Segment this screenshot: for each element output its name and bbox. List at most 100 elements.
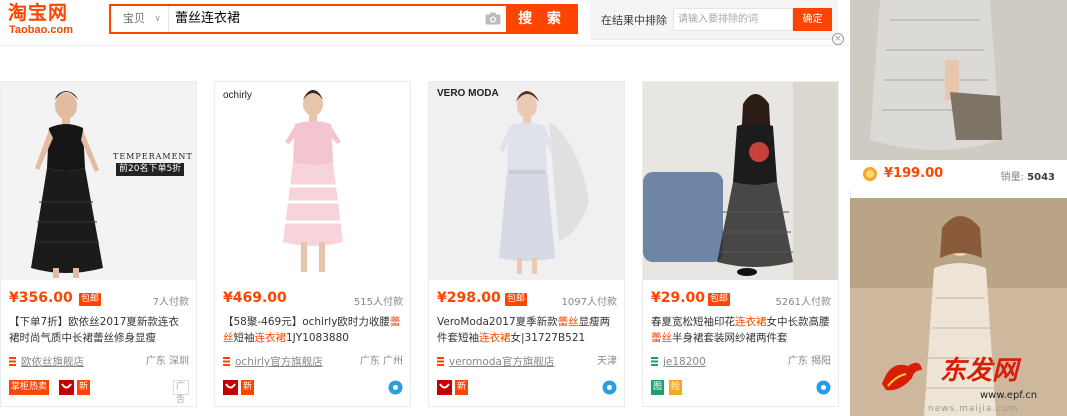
search-scope-label: 宝贝 (123, 12, 145, 25)
watermark: 东发网 www.epf.cn news.maijia.com (880, 350, 1060, 414)
exclude-input[interactable]: 请输入要排除的词 (673, 8, 793, 31)
product-card[interactable]: ¥29.00 包邮 5261人付款 春夏宽松短袖印花连衣裙女中长款高腰蕾丝半身裙… (642, 81, 839, 407)
sales-count: 1097人付款 (561, 297, 617, 308)
badge-row: 图 险 (651, 380, 831, 396)
new-badge[interactable]: 新 (77, 380, 91, 395)
header-divider (0, 45, 850, 46)
ad-card[interactable]: ¥199.00 销量: 5043 (850, 0, 1067, 190)
search-bar: 宝贝 ∨ 蕾丝连衣裙 搜 索 (109, 4, 578, 34)
exclude-label: 在结果中排除 (601, 14, 667, 27)
title-part: 女中长款高腰 (766, 316, 830, 328)
taobao-logo[interactable]: 淘宝网 Taobao.com (8, 3, 98, 39)
ad-sales: 销量: 5043 (1001, 168, 1055, 183)
location: 广东 揭阳 (787, 356, 831, 367)
product-image[interactable] (643, 82, 838, 280)
title-highlight: 蕾丝 (557, 316, 579, 328)
watermark-bull-icon (882, 362, 922, 391)
header: 淘宝网 Taobao.com 宝贝 ∨ 蕾丝连衣裙 搜 索 在结果中排除 请输入… (0, 0, 850, 45)
shop-row: veromoda官方旗舰店 天津 (437, 354, 617, 370)
watermark-url: www.epf.cn (980, 390, 1038, 401)
new-badge[interactable]: 新 (241, 380, 255, 395)
product-title[interactable]: 【58聚-469元】ochirly欧时力收腰蕾丝短袖连衣裙1JY1083880 (223, 314, 403, 346)
wangwang-chat-icon[interactable] (388, 380, 403, 395)
shop-icon (223, 357, 230, 366)
chevron-down-icon: ∨ (154, 14, 161, 24)
watermark-sub: news.maijia.com (928, 404, 1019, 414)
shop-row: je18200 广东 揭阳 (651, 354, 831, 370)
product-card[interactable]: VERO MODA ¥298.00 包邮 1097人付款 VeroModa201… (428, 81, 625, 407)
title-part: 春夏宽松短袖印花 (651, 316, 735, 328)
title-part: VeroModa2017夏季新款 (437, 316, 558, 328)
ad-image[interactable] (850, 0, 1067, 160)
title-highlight: 连衣裙 (254, 332, 287, 344)
price: ¥298.00 (437, 290, 501, 306)
shop-link[interactable]: ochirly官方旗舰店 (235, 354, 323, 370)
product-title[interactable]: VeroModa2017夏季新款蕾丝显瘦两件套短袖连衣裙女|31727B521 (437, 314, 617, 346)
tmall-icon[interactable] (223, 380, 238, 395)
sales-count: 515人付款 (353, 297, 403, 308)
search-input[interactable]: 蕾丝连衣裙 (175, 6, 475, 32)
image-brand: ochirly (223, 90, 252, 101)
badge-row: 新 (437, 380, 617, 396)
logo-en-text: Taobao.com (9, 24, 73, 36)
shop-icon (437, 357, 444, 366)
hot-seller-badge[interactable]: 掌柜热卖 (9, 380, 50, 395)
picture-badge[interactable]: 图 (651, 380, 665, 395)
new-badge[interactable]: 新 (455, 380, 469, 395)
product-title[interactable]: 春夏宽松短袖印花连衣裙女中长款高腰蕾丝半身裙套装网纱裙两件套 (651, 314, 831, 346)
shop-row: 欧依丝旗舰店 广东 深圳 (9, 354, 189, 370)
title-highlight: 连衣裙 (479, 332, 511, 344)
exclude-confirm-button[interactable]: 确定 (793, 8, 832, 31)
wangwang-chat-icon[interactable] (602, 380, 617, 395)
shop-link[interactable]: veromoda官方旗舰店 (449, 354, 554, 370)
price-row: ¥298.00 包邮 1097人付款 (437, 290, 617, 310)
title-part: 半身裙套装网纱裙两件套 (672, 332, 788, 344)
taobao-search-page: 淘宝网 Taobao.com 宝贝 ∨ 蕾丝连衣裙 搜 索 在结果中排除 请输入… (0, 0, 1067, 416)
title-highlight: 蕾丝 (651, 332, 672, 344)
free-shipping-badge: 包邮 (505, 293, 528, 306)
sales-count: 7人付款 (152, 297, 189, 308)
close-icon[interactable]: × (832, 33, 844, 45)
shop-link[interactable]: je18200 (663, 354, 706, 370)
product-title[interactable]: 【下单7折】欧依丝2017夏新款连衣裙时尚气质中长裙蕾丝修身显瘦 (9, 314, 189, 346)
watermark-title: 东发网 (940, 356, 1019, 386)
gold-medal-icon (863, 167, 877, 181)
shop-link[interactable]: 欧依丝旗舰店 (21, 354, 84, 370)
free-shipping-badge: 包邮 (708, 293, 731, 306)
shop-icon (9, 357, 16, 366)
price-row: ¥29.00 包邮 5261人付款 (651, 290, 831, 310)
wangwang-chat-icon[interactable] (816, 380, 831, 395)
product-image[interactable]: VERO MODA (429, 82, 624, 280)
price-row: ¥469.00 515人付款 (223, 290, 403, 310)
exclude-panel: 在结果中排除 请输入要排除的词 确定 (590, 0, 838, 40)
title-part: 女|31727B521 (510, 332, 586, 344)
product-card[interactable]: ochirly ¥469.00 515人付款 【58聚-469元】ochirly… (214, 81, 411, 407)
product-image[interactable]: ochirly (215, 82, 410, 280)
image-caption-en: TEMPERAMENT (113, 152, 193, 161)
price: ¥356.00 (9, 290, 73, 306)
price: ¥29.00 (651, 290, 706, 306)
search-scope-select[interactable]: 宝贝 ∨ (111, 6, 169, 32)
title-part: 短袖 (233, 332, 255, 344)
price: ¥469.00 (223, 290, 287, 306)
camera-icon[interactable] (485, 12, 501, 25)
location: 天津 (597, 356, 617, 367)
price-row: ¥356.00 包邮 7人付款 (9, 290, 189, 310)
image-brand: VERO MODA (437, 88, 499, 99)
shop-icon (651, 357, 658, 366)
search-button[interactable]: 搜 索 (506, 4, 578, 34)
sales-count: 5261人付款 (775, 297, 831, 308)
tmall-icon[interactable] (437, 380, 452, 395)
shop-row: ochirly官方旗舰店 广东 广州 (223, 354, 403, 370)
image-caption-cn: 前20名下单5折 (116, 163, 185, 176)
ad-price: ¥199.00 (884, 166, 944, 181)
insurance-badge[interactable]: 险 (669, 380, 683, 395)
tmall-icon[interactable] (59, 380, 74, 395)
free-shipping-badge: 包邮 (79, 293, 102, 306)
product-card[interactable]: TEMPERAMENT 前20名下单5折 ¥356.00 包邮 7人付款 【下单… (0, 81, 197, 407)
ad-sales-label: 销量: (1000, 172, 1024, 183)
badge-row: 掌柜热卖 新 广告 (9, 380, 189, 405)
title-part: 1JY1083880 (286, 332, 349, 344)
location: 广东 广州 (359, 356, 403, 367)
product-image[interactable]: TEMPERAMENT 前20名下单5折 (1, 82, 196, 280)
